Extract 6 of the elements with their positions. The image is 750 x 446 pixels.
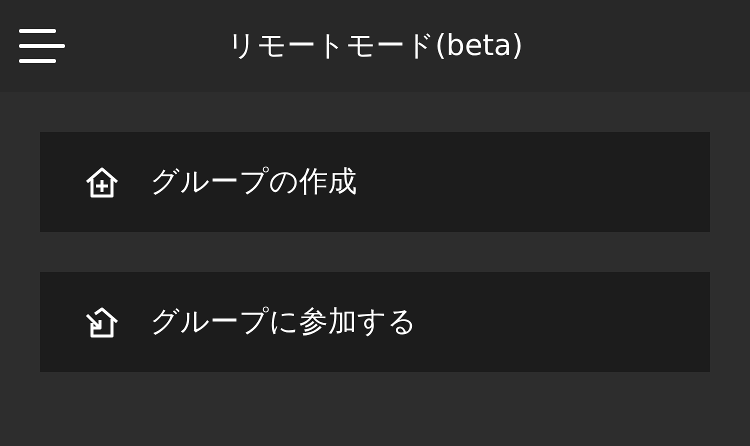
screen-title: リモートモード(beta): [226, 27, 524, 64]
house-arrow-icon: [84, 305, 120, 339]
menu-icon[interactable]: [18, 28, 66, 64]
action-button[interactable]: グループの作成: [40, 132, 710, 232]
action-button[interactable]: グループに参加する: [40, 272, 710, 372]
house-plus-icon: [84, 165, 120, 199]
